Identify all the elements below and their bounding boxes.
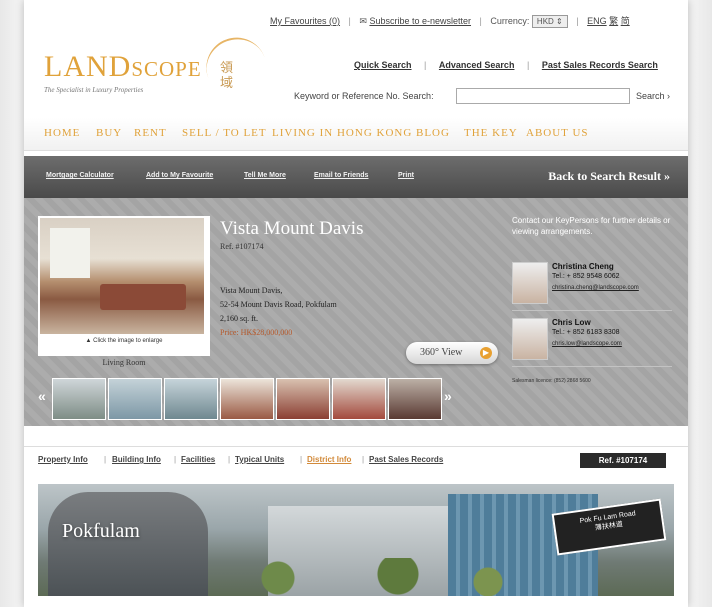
main-photo[interactable]: ▲ Click the image to enlarge [38, 216, 210, 356]
search-links: Quick Search | Advanced Search | Past Sa… [354, 60, 658, 70]
district-name: Pokfulam [62, 520, 140, 542]
page: My Favourites (0) | ✉ Subscribe to e-new… [24, 0, 688, 607]
thumbnail-6[interactable] [332, 378, 386, 420]
tab-district-info[interactable]: District Info [307, 455, 351, 464]
property-title: Vista Mount Davis [220, 218, 364, 239]
district-banner: Pokfulam Pok Fu Lam Road 薄扶林道 [38, 484, 674, 596]
print-link[interactable]: Print [398, 172, 414, 179]
right-shadow [684, 0, 712, 607]
property-size: 2,160 sq. ft. [220, 314, 258, 323]
living-room-image[interactable] [40, 218, 204, 334]
address-line2: 52-54 Mount Davis Road, Pokfulam [220, 300, 337, 309]
agent-tel: Tel.: + 852 9548 6062 [552, 273, 620, 280]
nav-blog[interactable]: BLOG [416, 127, 450, 139]
agent-tel: Tel.: + 852 6183 8308 [552, 329, 620, 336]
agent-avatar [512, 318, 548, 360]
agent-name: Chris Low [552, 318, 591, 327]
quick-search-link[interactable]: Quick Search [354, 60, 412, 70]
tab-property-info[interactable]: Property Info [38, 455, 88, 464]
past-sales-search-link[interactable]: Past Sales Records Search [542, 60, 658, 70]
utility-bar: My Favourites (0) | ✉ Subscribe to e-new… [270, 15, 630, 29]
currency-label: Currency: [490, 16, 530, 26]
property-toolbar: Mortgage Calculator Add to My Favourite … [24, 156, 688, 198]
search-button[interactable]: Search › [636, 91, 670, 101]
tab-typical-units[interactable]: Typical Units [235, 455, 284, 464]
add-to-favourite-link[interactable]: Add to My Favourite [146, 172, 213, 179]
currency-select[interactable]: HKD ⇕ [531, 15, 568, 29]
divider [512, 366, 672, 367]
license-note: Salesman licence: (852) 2868 5600 [512, 378, 591, 384]
my-favourites-link[interactable]: My Favourites (0) [270, 16, 340, 26]
photo-caption: ▲ Click the image to enlarge [85, 338, 163, 344]
nav-the-key[interactable]: THE KEY [464, 127, 518, 139]
property-price: Price: HK$28,000,000 [220, 328, 293, 337]
main-nav: HOME BUY RENT SELL / TO LET LIVING IN HO… [24, 118, 688, 151]
thumbnail-5[interactable] [276, 378, 330, 420]
play-icon: ▶ [480, 347, 492, 359]
thumbnail-1[interactable] [52, 378, 106, 420]
subscribe-link[interactable]: Subscribe to e-newsletter [369, 16, 471, 26]
tab-facilities[interactable]: Facilities [181, 455, 215, 464]
lang-tc-link[interactable]: 繁 [609, 16, 618, 26]
thumbnail-7[interactable] [388, 378, 442, 420]
nav-buy[interactable]: BUY [96, 127, 122, 139]
lang-en-link[interactable]: ENG [587, 16, 607, 26]
mail-icon: ✉ [359, 16, 367, 26]
property-ref: Ref. #107174 [220, 242, 264, 251]
agent-email-link[interactable]: chris.low@landscope.com [552, 340, 652, 348]
thumbs-prev-arrow[interactable]: « [38, 388, 46, 404]
keyword-label: Keyword or Reference No. Search: [294, 91, 434, 101]
logo[interactable]: LANDSCOPE The Specialist in Luxury Prope… [44, 52, 202, 95]
email-to-friends-link[interactable]: Email to Friends [314, 172, 368, 179]
logo-chinese: 領域 [220, 60, 234, 90]
thumbs-next-arrow[interactable]: » [444, 388, 452, 404]
nav-home[interactable]: HOME [44, 127, 80, 139]
detail-tabs: Property Info | Building Info | Faciliti… [24, 446, 688, 477]
nav-sell-to-let[interactable]: SELL / TO LET [182, 127, 267, 139]
nav-rent[interactable]: RENT [134, 127, 167, 139]
thumbnail-2[interactable] [108, 378, 162, 420]
thumbnail-3[interactable] [164, 378, 218, 420]
property-panel: ▲ Click the image to enlarge Living Room… [24, 198, 688, 426]
advanced-search-link[interactable]: Advanced Search [439, 60, 515, 70]
contact-heading: Contact our KeyPersons for further detai… [512, 216, 671, 236]
back-to-search-link[interactable]: Back to Search Result » [548, 169, 670, 184]
mortgage-calculator-link[interactable]: Mortgage Calculator [46, 172, 114, 179]
view-360-button[interactable]: 360° View ▶ [406, 342, 498, 364]
divider [512, 310, 672, 311]
agent-name: Christina Cheng [552, 262, 614, 271]
ref-badge: Ref. #107174 [580, 453, 666, 468]
tab-past-sales-records[interactable]: Past Sales Records [369, 455, 443, 464]
property-details: Vista Mount Davis, 52-54 Mount Davis Roa… [220, 284, 337, 340]
room-label: Living Room [102, 358, 146, 367]
logo-tagline: The Specialist in Luxury Properties [44, 86, 144, 94]
tell-me-more-link[interactable]: Tell Me More [244, 172, 286, 179]
lang-sc-link[interactable]: 简 [621, 16, 630, 26]
address-line1: Vista Mount Davis, [220, 286, 283, 295]
nav-about-us[interactable]: ABOUT US [526, 127, 589, 139]
nav-living-in-hong-kong[interactable]: LIVING IN HONG KONG [272, 127, 412, 139]
tab-building-info[interactable]: Building Info [112, 455, 161, 464]
agent-avatar [512, 262, 548, 304]
thumbnail-4[interactable] [220, 378, 274, 420]
agent-email-link[interactable]: christina.cheng@landscope.com [552, 284, 652, 292]
keyword-search-input[interactable] [456, 88, 630, 104]
